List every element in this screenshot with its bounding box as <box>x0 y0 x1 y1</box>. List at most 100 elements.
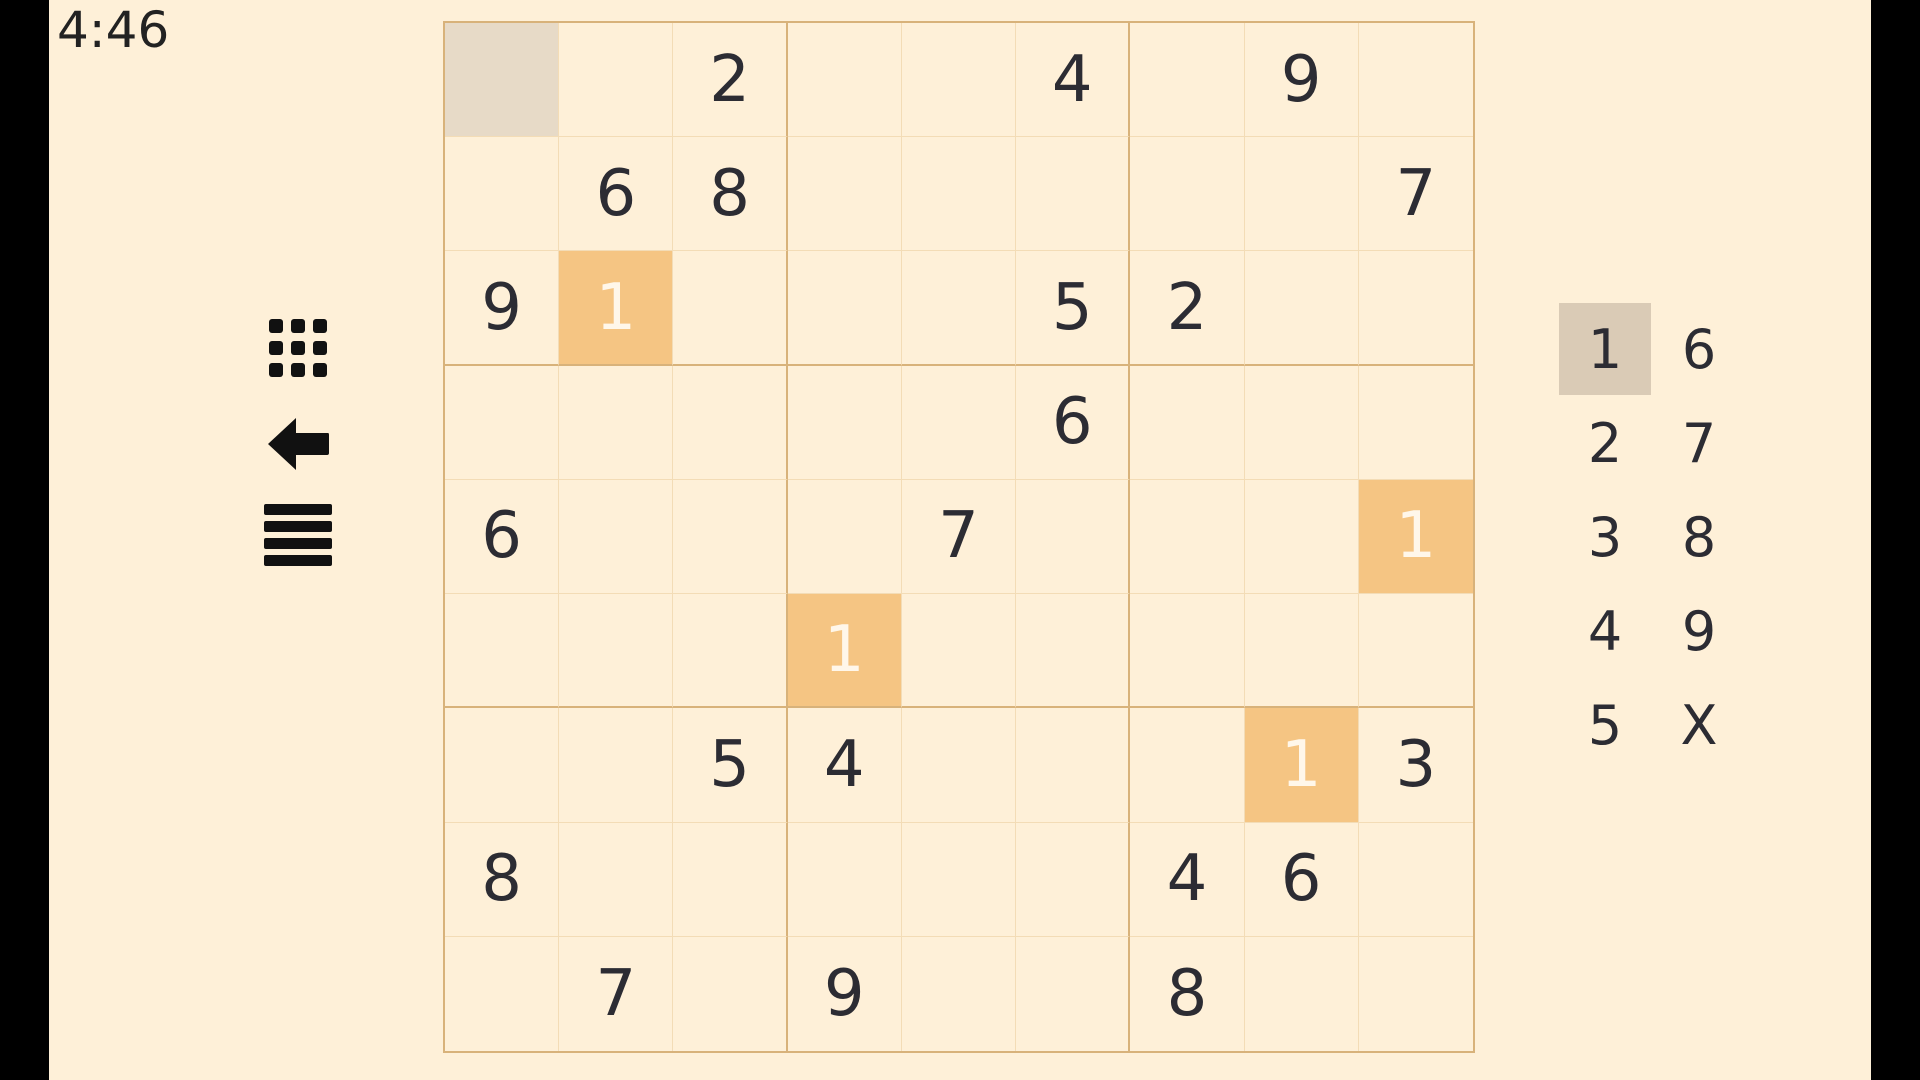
sudoku-cell[interactable] <box>1130 479 1245 595</box>
sudoku-cell[interactable]: 9 <box>445 251 560 366</box>
sudoku-cell[interactable] <box>445 936 560 1051</box>
sudoku-cell[interactable] <box>673 365 788 480</box>
sudoku-cell[interactable] <box>673 479 788 595</box>
sudoku-cell[interactable]: 4 <box>1016 23 1131 138</box>
numpad-key[interactable]: 2 <box>1559 397 1651 489</box>
sudoku-cell[interactable]: 1 <box>559 251 674 366</box>
sudoku-cell[interactable] <box>901 23 1017 138</box>
sudoku-cell[interactable] <box>1358 823 1473 937</box>
sudoku-cell[interactable] <box>673 822 788 937</box>
sudoku-cell[interactable]: 4 <box>1130 822 1245 937</box>
sudoku-cell[interactable]: 3 <box>1358 708 1473 823</box>
menu-button[interactable] <box>263 502 333 568</box>
sudoku-cell[interactable] <box>1244 365 1359 480</box>
sudoku-app: 4:46 2496879152667115413846798 162738495… <box>49 0 1871 1080</box>
sudoku-cell[interactable] <box>673 251 788 366</box>
sudoku-cell[interactable] <box>901 822 1017 937</box>
sudoku-cell[interactable] <box>445 137 560 252</box>
numpad-key[interactable]: 3 <box>1559 491 1651 583</box>
sudoku-cell[interactable] <box>1245 936 1359 1051</box>
sudoku-board: 2496879152667115413846798 <box>443 21 1475 1053</box>
sudoku-cell[interactable]: 2 <box>1130 251 1245 366</box>
number-pad: 162738495X <box>1559 303 1749 773</box>
sudoku-cell[interactable] <box>1244 251 1359 366</box>
sudoku-cell[interactable] <box>1130 137 1245 252</box>
sudoku-cell[interactable] <box>1016 708 1131 823</box>
sudoku-cell[interactable] <box>559 708 674 823</box>
sudoku-cell[interactable]: 8 <box>673 137 788 252</box>
sudoku-cell[interactable] <box>673 936 788 1051</box>
sudoku-cell[interactable]: 8 <box>445 822 560 937</box>
sudoku-cell[interactable]: 5 <box>1016 251 1131 366</box>
sudoku-cell[interactable] <box>901 251 1017 366</box>
sudoku-cell[interactable] <box>787 137 902 252</box>
sudoku-cell[interactable] <box>1359 937 1473 1051</box>
numpad-key[interactable]: 1 <box>1559 303 1651 395</box>
sudoku-cell[interactable] <box>902 936 1017 1051</box>
sudoku-cell[interactable] <box>445 23 560 138</box>
sudoku-cell[interactable] <box>1244 137 1359 252</box>
sudoku-cell[interactable]: 7 <box>901 479 1017 595</box>
sudoku-cell[interactable]: 1 <box>787 594 902 709</box>
hamburger-menu-icon <box>264 504 332 566</box>
sudoku-cell[interactable] <box>1016 594 1131 709</box>
grid-view-button[interactable] <box>263 316 333 380</box>
sudoku-cell[interactable]: 4 <box>787 708 902 823</box>
sudoku-cell[interactable] <box>1016 137 1131 252</box>
sudoku-cell[interactable] <box>901 365 1017 480</box>
sudoku-cell[interactable]: 2 <box>673 23 788 138</box>
sudoku-cell[interactable] <box>901 137 1017 252</box>
sudoku-cell[interactable] <box>559 594 674 709</box>
sudoku-cell[interactable] <box>1016 936 1131 1051</box>
sudoku-cell[interactable]: 1 <box>1244 708 1359 823</box>
sudoku-cell[interactable] <box>1358 251 1473 366</box>
sudoku-cell[interactable] <box>673 594 788 709</box>
sudoku-cell[interactable]: 6 <box>559 137 674 252</box>
sudoku-cell[interactable] <box>787 365 902 480</box>
sudoku-cell[interactable] <box>787 822 902 937</box>
sudoku-cell[interactable] <box>445 365 560 480</box>
sudoku-cell[interactable]: 9 <box>1244 23 1359 138</box>
sudoku-cell[interactable] <box>787 251 902 366</box>
numpad-key[interactable]: 9 <box>1653 585 1745 677</box>
sudoku-cell[interactable] <box>901 708 1017 823</box>
numpad-key[interactable]: 4 <box>1559 585 1651 677</box>
sudoku-cell[interactable] <box>1358 366 1473 480</box>
sudoku-cell[interactable]: 8 <box>1130 936 1245 1051</box>
sudoku-cell[interactable] <box>559 365 674 480</box>
sudoku-cell[interactable]: 5 <box>673 708 788 823</box>
game-timer: 4:46 <box>57 1 170 59</box>
sudoku-cell[interactable] <box>787 23 902 138</box>
numpad-clear-key[interactable]: X <box>1653 679 1745 771</box>
sudoku-cell[interactable]: 7 <box>559 936 674 1051</box>
numpad-key[interactable]: 6 <box>1653 303 1745 395</box>
sudoku-cell[interactable] <box>1358 594 1473 709</box>
sudoku-cell[interactable] <box>1130 594 1245 709</box>
sudoku-cell[interactable]: 6 <box>1016 365 1131 480</box>
numpad-key[interactable]: 8 <box>1653 491 1745 583</box>
sudoku-cell[interactable]: 6 <box>445 479 560 595</box>
sudoku-cell[interactable]: 1 <box>1358 479 1473 595</box>
sudoku-cell[interactable] <box>1130 365 1245 480</box>
numpad-key[interactable]: 5 <box>1559 679 1651 771</box>
sudoku-cell[interactable] <box>901 594 1017 709</box>
sudoku-cell[interactable] <box>559 822 674 937</box>
sudoku-cell[interactable] <box>1016 822 1131 937</box>
sudoku-cell[interactable] <box>1130 23 1245 138</box>
sudoku-cell[interactable] <box>1016 479 1131 595</box>
grid-icon <box>269 319 327 377</box>
sudoku-cell[interactable] <box>1244 479 1359 595</box>
sudoku-cell[interactable]: 7 <box>1358 137 1473 252</box>
sudoku-cell[interactable] <box>1130 708 1245 823</box>
sudoku-cell[interactable] <box>787 479 902 595</box>
sudoku-cell[interactable] <box>445 708 560 823</box>
sudoku-cell[interactable] <box>559 479 674 595</box>
sudoku-cell[interactable] <box>559 23 674 138</box>
sudoku-cell[interactable] <box>1244 594 1359 709</box>
sudoku-cell[interactable]: 6 <box>1244 822 1359 937</box>
undo-button[interactable] <box>263 412 333 476</box>
sudoku-cell[interactable] <box>1358 23 1473 138</box>
sudoku-cell[interactable] <box>445 594 560 709</box>
numpad-key[interactable]: 7 <box>1653 397 1745 489</box>
sudoku-cell[interactable]: 9 <box>788 936 902 1051</box>
